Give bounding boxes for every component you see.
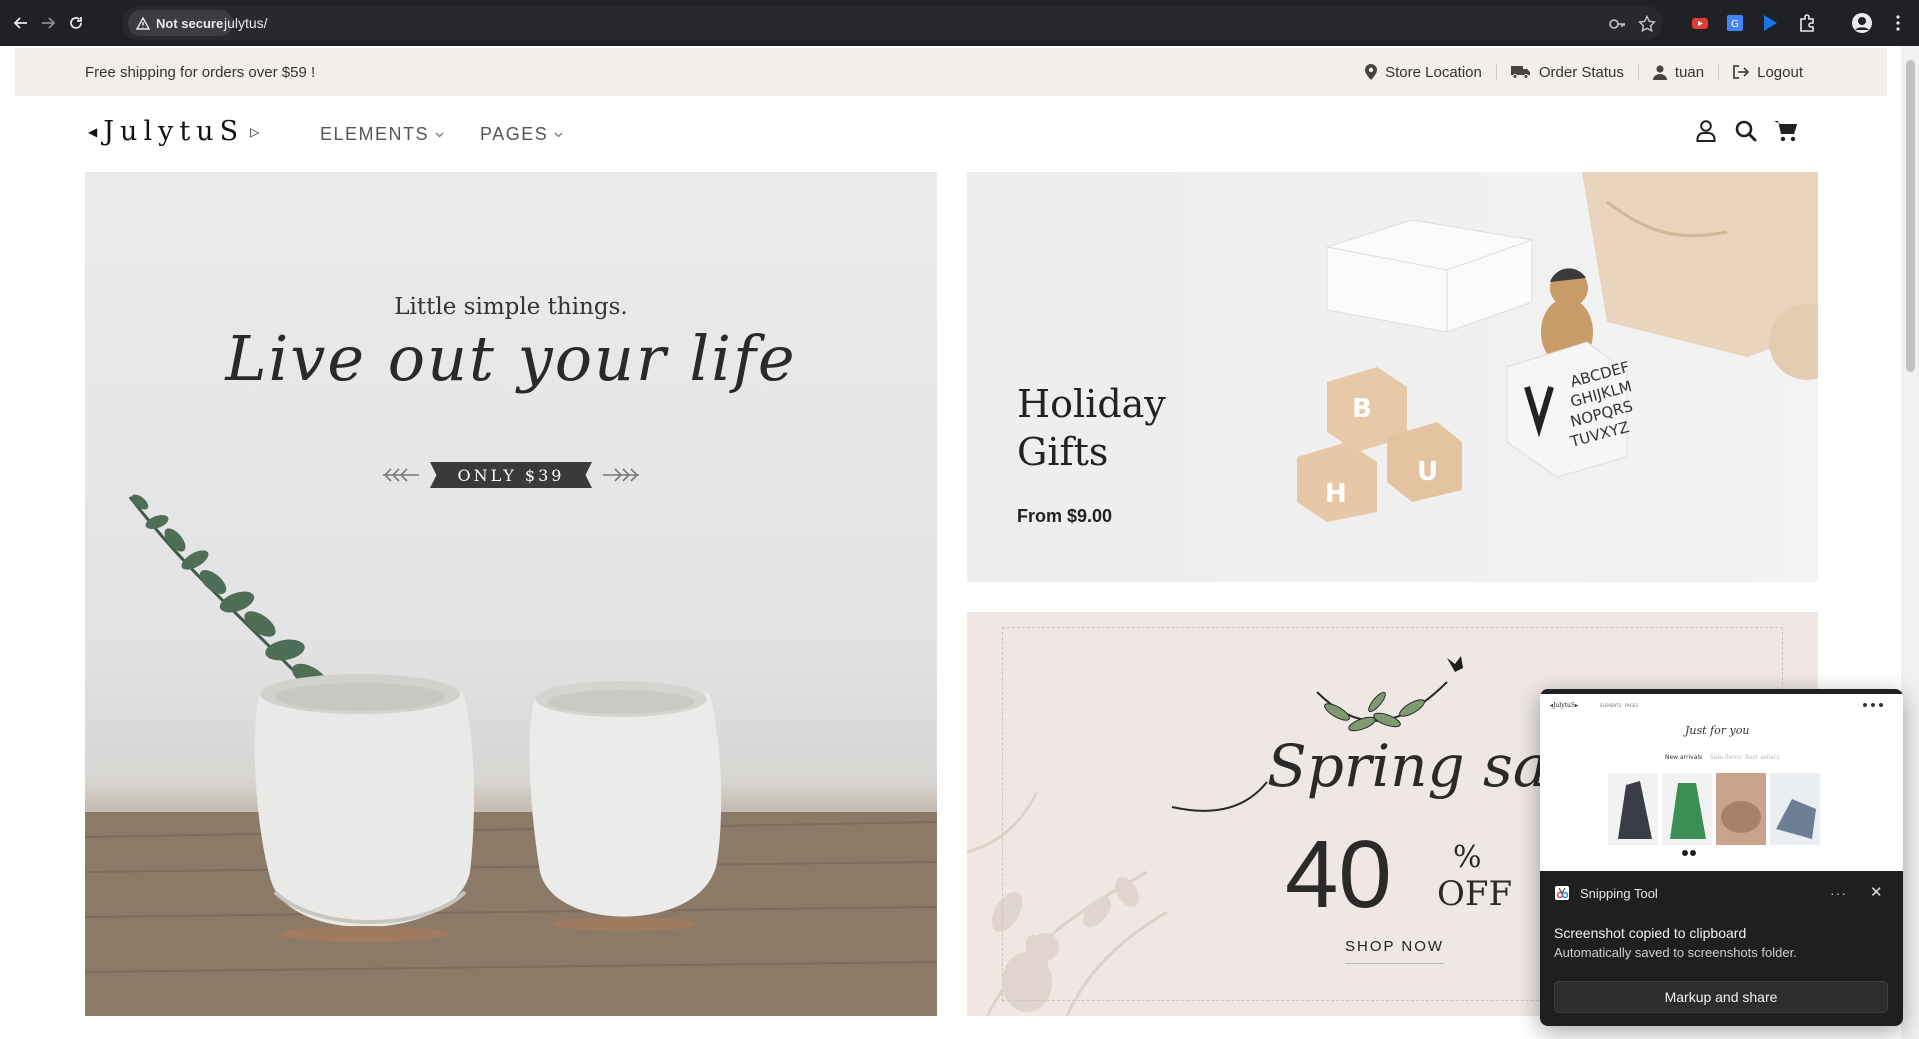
hero-banner[interactable]: Little simple things. Live out your life… [85, 172, 937, 1016]
browser-toolbar: Not secure julytus/ G [0, 0, 1919, 46]
forward-arrow-icon [42, 17, 56, 29]
nav-item-label: PAGES [480, 124, 549, 144]
holiday-title-line2: Gifts [1017, 430, 1109, 474]
nav-item-pages[interactable]: PAGES [480, 124, 563, 145]
toast-subtitle: Automatically saved to screenshots folde… [1554, 945, 1797, 960]
toast-app-name: Snipping Tool [1580, 885, 1658, 901]
svg-text:U: U [1417, 457, 1438, 487]
holiday-title: Holiday Gifts [1017, 380, 1166, 476]
store-location-label: Store Location [1385, 63, 1482, 81]
svg-text:◂JulytuS▸: ◂JulytuS▸ [1550, 702, 1578, 709]
logout-label: Logout [1757, 63, 1803, 81]
address-bar[interactable]: Not secure julytus/ [122, 6, 1663, 40]
reload-icon [70, 17, 82, 29]
warning-icon [136, 16, 150, 30]
snipping-tool-notification[interactable]: ◂JulytuS▸ ELEMENTS PAGES Just for you Ne… [1540, 689, 1903, 1026]
svg-text:H: H [1325, 479, 1347, 509]
discount-number: 40 [1285, 821, 1392, 928]
thumb-heading: Just for you [1683, 724, 1749, 737]
extension-red-icon[interactable] [1690, 13, 1710, 33]
logo-left-triangle: ◀ [88, 124, 98, 139]
thumb-tab-sale-items: Sale items [1710, 754, 1741, 761]
account-button[interactable] [1696, 120, 1716, 147]
forward-button[interactable] [37, 12, 59, 34]
user-outline-icon [1696, 120, 1716, 142]
toast-more-button[interactable]: ··· [1830, 885, 1847, 901]
chevron-down-icon [435, 132, 444, 137]
arrow-left-decoration-icon [383, 468, 419, 482]
top-info-bar: Free shipping for orders over $59 ! Stor… [15, 48, 1887, 96]
svg-text:B: B [1352, 394, 1372, 424]
back-button[interactable] [10, 12, 32, 34]
svg-text:ELEMENTS: ELEMENTS [1600, 703, 1622, 708]
site-logo[interactable]: ◀ JulytuS ▷ [88, 116, 259, 147]
logout-icon [1733, 65, 1750, 79]
main-nav: ELEMENTS PAGES [320, 124, 563, 145]
store-location-link[interactable]: Store Location [1351, 64, 1496, 81]
thumb-tab-new-arrivals: New arrivals [1665, 754, 1702, 761]
account-link[interactable]: tuan [1639, 64, 1718, 81]
logo-text: JulytuS [103, 116, 245, 147]
shop-now-link[interactable]: SHOP NOW [1345, 938, 1445, 964]
browser-menu-icon[interactable] [1888, 13, 1908, 33]
holiday-gifts-banner[interactable]: ABCDEF GHIJKLM NOPQRS TUVXYZ B U H Holid… [967, 172, 1818, 582]
arrow-right-decoration-icon [603, 468, 639, 482]
extension-play-icon[interactable] [1760, 13, 1780, 33]
reload-button[interactable] [65, 12, 87, 34]
screenshot-preview: ◂JulytuS▸ ELEMENTS PAGES Just for you Ne… [1540, 689, 1903, 856]
cart-icon [1774, 121, 1797, 142]
toast-app-row: Snipping Tool [1554, 885, 1658, 901]
extension-translate-icon[interactable]: G [1725, 13, 1745, 33]
discount-percent: % [1453, 840, 1482, 875]
holiday-title-line1: Holiday [1017, 382, 1166, 426]
scrollbar-thumb[interactable] [1906, 60, 1915, 372]
shipping-notice: Free shipping for orders over $59 ! [85, 64, 316, 81]
logout-link[interactable]: Logout [1719, 64, 1817, 81]
nav-item-label: ELEMENTS [320, 124, 430, 144]
snipping-tool-icon [1555, 886, 1569, 900]
truck-icon [1510, 66, 1530, 79]
nav-item-elements[interactable]: ELEMENTS [320, 124, 444, 145]
search-button[interactable] [1735, 120, 1757, 147]
price-ribbon: ONLY $39 [430, 462, 592, 488]
svg-text:G: G [1731, 19, 1739, 30]
back-arrow-icon [13, 17, 27, 29]
holiday-price: From $9.00 [1017, 506, 1113, 526]
screenshot-thumbnail[interactable]: ◂JulytuS▸ ELEMENTS PAGES Just for you Ne… [1540, 689, 1903, 871]
toast-title: Screenshot copied to clipboard [1554, 925, 1747, 941]
chevron-down-icon [554, 132, 563, 137]
hero-headline: Live out your life [225, 322, 797, 395]
profile-avatar-icon[interactable] [1852, 13, 1872, 33]
top-links: Store Location Order Status tuan Logout [1351, 48, 1817, 96]
user-icon [1652, 64, 1667, 80]
order-status-link[interactable]: Order Status [1497, 64, 1638, 81]
markup-and-share-button[interactable]: Markup and share [1554, 981, 1888, 1013]
username-label: tuan [1674, 63, 1705, 81]
thumb-tab-best-sellers: Best sellers [1745, 754, 1780, 761]
bookmark-star-icon[interactable] [1638, 15, 1656, 33]
hero-tagline: Little simple things. [394, 294, 628, 320]
logo-right-triangle: ▷ [250, 124, 260, 139]
map-pin-icon [1365, 64, 1378, 80]
security-label: Not secure [156, 15, 224, 31]
password-key-icon[interactable] [1608, 15, 1626, 33]
discount-off: OFF [1437, 874, 1513, 914]
toast-close-button[interactable]: ✕ [1870, 883, 1883, 901]
cart-button[interactable] [1774, 120, 1798, 147]
security-chip[interactable]: Not secure [128, 10, 234, 36]
search-icon [1735, 120, 1757, 142]
extensions-puzzle-icon[interactable] [1797, 13, 1817, 33]
url-text: julytus/ [224, 15, 268, 31]
svg-text:PAGES: PAGES [1625, 703, 1638, 708]
order-status-label: Order Status [1538, 63, 1624, 81]
